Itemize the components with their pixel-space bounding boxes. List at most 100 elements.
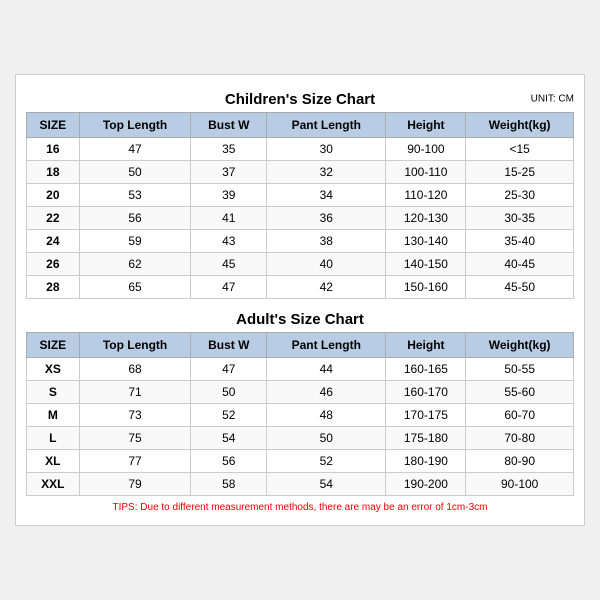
table-cell: 73 bbox=[79, 404, 191, 427]
table-cell: 54 bbox=[191, 427, 267, 450]
table-row: 26624540140-15040-45 bbox=[27, 253, 574, 276]
table-cell: M bbox=[27, 404, 80, 427]
table-cell: 90-100 bbox=[466, 473, 574, 496]
table-cell: XXL bbox=[27, 473, 80, 496]
table-cell: 18 bbox=[27, 161, 80, 184]
table-cell: 28 bbox=[27, 276, 80, 299]
table-cell: 40-45 bbox=[466, 253, 574, 276]
table-cell: 35-40 bbox=[466, 230, 574, 253]
table-cell: 35 bbox=[191, 138, 267, 161]
table-cell: 22 bbox=[27, 207, 80, 230]
tips-text: TIPS: Due to different measurement metho… bbox=[26, 496, 574, 515]
adults-table: SIZE Top Length Bust W Pant Length Heigh… bbox=[26, 332, 574, 496]
table-cell: 20 bbox=[27, 184, 80, 207]
table-cell: L bbox=[27, 427, 80, 450]
table-row: 20533934110-12025-30 bbox=[27, 184, 574, 207]
table-cell: 45-50 bbox=[466, 276, 574, 299]
table-cell: 25-30 bbox=[466, 184, 574, 207]
table-row: XXL795854190-20090-100 bbox=[27, 473, 574, 496]
col-header-height: Height bbox=[386, 113, 466, 138]
table-cell: 160-170 bbox=[386, 381, 466, 404]
table-cell: 32 bbox=[267, 161, 386, 184]
table-cell: S bbox=[27, 381, 80, 404]
table-cell: 50 bbox=[79, 161, 191, 184]
table-cell: 130-140 bbox=[386, 230, 466, 253]
table-cell: 46 bbox=[267, 381, 386, 404]
table-cell: 45 bbox=[191, 253, 267, 276]
table-row: M735248170-17560-70 bbox=[27, 404, 574, 427]
table-cell: 50 bbox=[267, 427, 386, 450]
table-cell: 75 bbox=[79, 427, 191, 450]
table-cell: 68 bbox=[79, 358, 191, 381]
table-cell: 180-190 bbox=[386, 450, 466, 473]
col-header-size: SIZE bbox=[27, 113, 80, 138]
children-title: Children's Size Chart UNIT: CM bbox=[26, 85, 574, 112]
table-row: 1647353090-100<15 bbox=[27, 138, 574, 161]
table-cell: 77 bbox=[79, 450, 191, 473]
table-row: XS684744160-16550-55 bbox=[27, 358, 574, 381]
table-cell: 56 bbox=[191, 450, 267, 473]
table-cell: 53 bbox=[79, 184, 191, 207]
adult-col-header-size: SIZE bbox=[27, 333, 80, 358]
table-cell: 120-130 bbox=[386, 207, 466, 230]
unit-label: UNIT: CM bbox=[531, 93, 574, 104]
adults-title: Adult's Size Chart bbox=[26, 305, 574, 332]
table-cell: 30 bbox=[267, 138, 386, 161]
children-header-row: SIZE Top Length Bust W Pant Length Heigh… bbox=[27, 113, 574, 138]
table-row: S715046160-17055-60 bbox=[27, 381, 574, 404]
table-cell: 60-70 bbox=[466, 404, 574, 427]
table-cell: 47 bbox=[79, 138, 191, 161]
col-header-bust-w: Bust W bbox=[191, 113, 267, 138]
adults-tbody: XS684744160-16550-55S715046160-17055-60M… bbox=[27, 358, 574, 496]
table-cell: 62 bbox=[79, 253, 191, 276]
table-cell: 190-200 bbox=[386, 473, 466, 496]
table-cell: 36 bbox=[267, 207, 386, 230]
table-cell: 55-60 bbox=[466, 381, 574, 404]
table-cell: XL bbox=[27, 450, 80, 473]
chart-container: Children's Size Chart UNIT: CM SIZE Top … bbox=[15, 74, 585, 526]
table-cell: 175-180 bbox=[386, 427, 466, 450]
table-cell: 38 bbox=[267, 230, 386, 253]
table-cell: 52 bbox=[267, 450, 386, 473]
table-cell: 15-25 bbox=[466, 161, 574, 184]
table-cell: 47 bbox=[191, 276, 267, 299]
table-cell: 150-160 bbox=[386, 276, 466, 299]
table-cell: 140-150 bbox=[386, 253, 466, 276]
children-tbody: 1647353090-100<1518503732100-11015-25205… bbox=[27, 138, 574, 299]
table-row: L755450175-18070-80 bbox=[27, 427, 574, 450]
table-cell: 42 bbox=[267, 276, 386, 299]
table-cell: 65 bbox=[79, 276, 191, 299]
col-header-weight: Weight(kg) bbox=[466, 113, 574, 138]
table-cell: 54 bbox=[267, 473, 386, 496]
table-cell: 90-100 bbox=[386, 138, 466, 161]
table-row: 22564136120-13030-35 bbox=[27, 207, 574, 230]
table-row: 18503732100-11015-25 bbox=[27, 161, 574, 184]
table-cell: 56 bbox=[79, 207, 191, 230]
table-cell: 50-55 bbox=[466, 358, 574, 381]
table-cell: 52 bbox=[191, 404, 267, 427]
table-cell: 43 bbox=[191, 230, 267, 253]
adult-col-header-top-length: Top Length bbox=[79, 333, 191, 358]
table-cell: 70-80 bbox=[466, 427, 574, 450]
adults-header-row: SIZE Top Length Bust W Pant Length Heigh… bbox=[27, 333, 574, 358]
table-cell: 47 bbox=[191, 358, 267, 381]
adult-col-header-weight: Weight(kg) bbox=[466, 333, 574, 358]
table-cell: 16 bbox=[27, 138, 80, 161]
table-cell: 71 bbox=[79, 381, 191, 404]
adult-col-header-pant-length: Pant Length bbox=[267, 333, 386, 358]
table-cell: 39 bbox=[191, 184, 267, 207]
table-cell: 48 bbox=[267, 404, 386, 427]
table-row: XL775652180-19080-90 bbox=[27, 450, 574, 473]
col-header-pant-length: Pant Length bbox=[267, 113, 386, 138]
table-cell: 30-35 bbox=[466, 207, 574, 230]
table-cell: 170-175 bbox=[386, 404, 466, 427]
table-cell: 110-120 bbox=[386, 184, 466, 207]
children-table: SIZE Top Length Bust W Pant Length Heigh… bbox=[26, 112, 574, 299]
table-cell: 34 bbox=[267, 184, 386, 207]
table-row: 28654742150-16045-50 bbox=[27, 276, 574, 299]
table-cell: <15 bbox=[466, 138, 574, 161]
table-cell: 24 bbox=[27, 230, 80, 253]
col-header-top-length: Top Length bbox=[79, 113, 191, 138]
table-cell: 59 bbox=[79, 230, 191, 253]
table-cell: 58 bbox=[191, 473, 267, 496]
